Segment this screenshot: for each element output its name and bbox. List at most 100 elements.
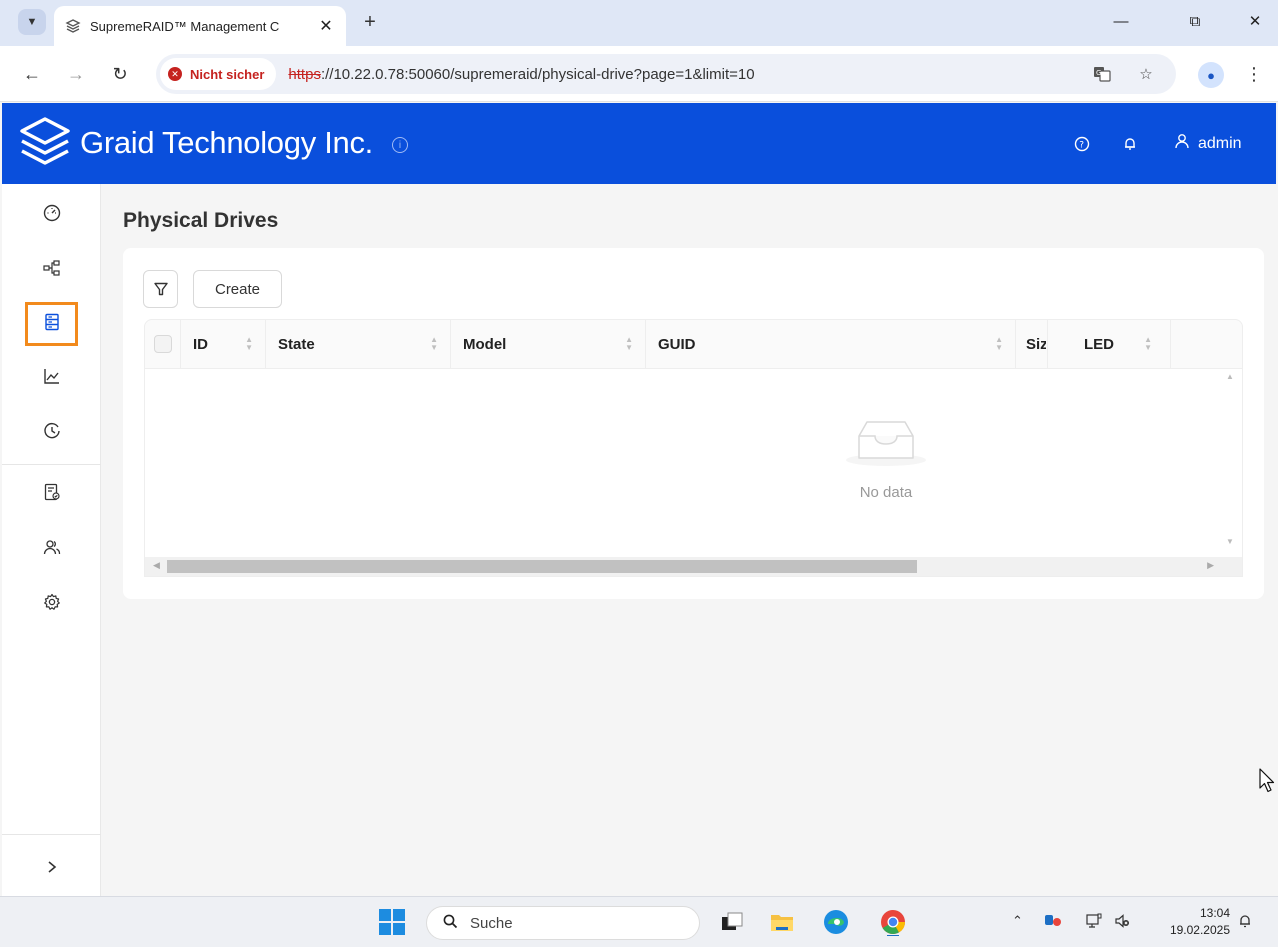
column-label-size: Siz (1026, 335, 1046, 353)
scroll-left-arrow-icon[interactable]: ◀ (153, 560, 160, 571)
address-bar[interactable]: ✕ Nicht sicher https://10.22.0.78:50060/… (156, 54, 1176, 94)
select-all-checkbox[interactable] (153, 335, 172, 353)
column-header-model[interactable]: Model ▲ ▼ (451, 320, 646, 368)
sidebar-item-license[interactable] (2, 472, 101, 512)
sidebar-collapse-button[interactable] (2, 844, 101, 890)
profile-avatar-icon[interactable]: ● (1198, 62, 1224, 88)
column-header-size[interactable]: Siz (1016, 320, 1048, 368)
browser-toolbar: ← → ↻ ✕ Nicht sicher https://10.22.0.78:… (0, 46, 1278, 102)
notification-center-bell-icon[interactable] (1237, 913, 1253, 933)
mouse-cursor-icon (1259, 768, 1275, 793)
brand-name: Graid Technology Inc. (80, 125, 373, 160)
scroll-up-arrow-icon[interactable]: ▲ (1226, 372, 1234, 381)
sidebar (2, 184, 101, 896)
sort-icon: ▲ ▼ (995, 335, 1003, 352)
graid-logo-icon (20, 117, 70, 165)
empty-state-text: No data (859, 484, 913, 501)
sort-icon: ▲ ▼ (245, 335, 253, 352)
dashboard-icon (43, 204, 60, 222)
filter-icon (153, 282, 168, 296)
warning-icon: ✕ (168, 67, 182, 81)
tab-close-icon[interactable]: ✕ (316, 16, 336, 36)
sidebar-item-history[interactable] (2, 411, 101, 451)
sidebar-item-dashboard[interactable] (2, 193, 101, 233)
user-icon (1174, 133, 1190, 154)
empty-inbox-icon (846, 421, 926, 466)
windows-start-icon[interactable] (379, 909, 405, 935)
performance-chart-icon (43, 369, 59, 384)
translate-icon[interactable]: G (1092, 64, 1112, 84)
column-header-guid[interactable]: GUID ▲ ▼ (646, 320, 1016, 368)
column-header-id[interactable]: ID ▲ ▼ (181, 320, 266, 368)
tray-overflow-chevron-icon[interactable]: ⌃ (1012, 913, 1023, 929)
help-icon[interactable]: ? (1072, 134, 1092, 154)
network-icon[interactable] (1086, 913, 1102, 932)
taskbar-clock[interactable]: 13:04 19.02.2025 (1156, 905, 1230, 939)
stack-favicon-icon (64, 17, 82, 35)
url-text[interactable]: https://10.22.0.78:50060/supremeraid/phy… (288, 66, 754, 83)
security-label: Nicht sicher (190, 66, 265, 82)
security-chip[interactable]: ✕ Nicht sicher (160, 58, 277, 90)
browser-tab-active[interactable]: SupremeRAID™ Management C ✕ (54, 6, 346, 46)
create-button[interactable]: Create (193, 270, 282, 308)
edge-browser-icon[interactable] (822, 908, 850, 936)
select-all-cell (145, 320, 181, 368)
bluetooth-device-icon[interactable] (1044, 913, 1062, 930)
filter-button[interactable] (143, 270, 178, 308)
column-header-led[interactable]: LED ▲ ▼ (1048, 320, 1171, 368)
table-header: ID ▲ ▼ State ▲ ▼ Model ▲ ▼ GUID ▲ ▼ Siz LED … (144, 319, 1243, 369)
search-placeholder: Suche (470, 914, 513, 932)
user-menu[interactable]: admin (1174, 133, 1242, 154)
url-path: ://10.22.0.78:50060/supremeraid/physical… (320, 65, 755, 83)
svg-text:?: ? (1079, 141, 1084, 151)
column-label-guid: GUID (658, 335, 696, 353)
scroll-right-arrow-icon[interactable]: ▶ (1207, 560, 1214, 571)
clock-time: 13:04 (1199, 906, 1230, 920)
new-tab-button[interactable]: + (358, 10, 382, 34)
notification-bell-icon[interactable] (1120, 134, 1140, 154)
windows-taskbar: Suche ⌃ 13:04 19.02.2025 (0, 896, 1278, 947)
bookmark-star-icon[interactable]: ☆ (1136, 64, 1156, 84)
taskbar-search[interactable]: Suche (426, 906, 700, 940)
sort-icon: ▲ ▼ (430, 335, 438, 352)
minimize-icon[interactable]: — (1106, 8, 1136, 34)
tab-search-dropdown-button[interactable]: ▼ (18, 9, 46, 35)
history-icon (43, 422, 60, 439)
column-label-led: LED (1084, 335, 1114, 353)
sort-icon: ▲ ▼ (625, 335, 633, 352)
file-explorer-icon[interactable] (768, 908, 796, 936)
sidebar-bottom-divider (2, 834, 101, 835)
back-arrow-icon[interactable]: ← (20, 62, 44, 86)
column-label-model: Model (463, 335, 507, 353)
url-protocol: https (288, 65, 321, 83)
search-icon (443, 914, 458, 933)
window-close-icon[interactable]: ✕ (1240, 8, 1270, 34)
page-title: Physical Drives (123, 209, 279, 232)
task-view-icon[interactable] (718, 908, 746, 936)
scroll-down-arrow-icon[interactable]: ▼ (1226, 537, 1234, 546)
app-header: Graid Technology Inc. i ? admin (2, 103, 1276, 184)
forward-arrow-icon[interactable]: → (64, 62, 88, 86)
sidebar-item-topology[interactable] (2, 248, 101, 288)
user-name: admin (1198, 134, 1242, 152)
column-header-state[interactable]: State ▲ ▼ (266, 320, 451, 368)
chevron-right-icon (47, 861, 56, 873)
sidebar-divider (2, 464, 101, 465)
license-icon (44, 483, 60, 501)
clock-date: 19.02.2025 (1169, 923, 1230, 937)
chrome-browser-icon[interactable] (879, 908, 907, 938)
users-icon (43, 540, 60, 555)
browser-menu-icon[interactable]: ⋮ (1244, 62, 1264, 86)
tab-title: SupremeRAID™ Management C (90, 18, 280, 34)
volume-muted-icon[interactable] (1114, 913, 1130, 932)
restore-icon[interactable]: ⧉ (1180, 8, 1210, 34)
info-icon[interactable]: i (392, 137, 408, 153)
column-label-id: ID (193, 335, 208, 353)
topology-icon (42, 260, 60, 276)
reload-icon[interactable]: ↻ (108, 62, 132, 86)
sidebar-item-settings[interactable] (2, 582, 101, 622)
sidebar-item-performance[interactable] (2, 356, 101, 396)
sidebar-item-users[interactable] (2, 527, 101, 567)
horizontal-scrollbar[interactable]: ◀ ▶ (144, 557, 1243, 577)
scrollbar-thumb[interactable] (167, 560, 917, 573)
